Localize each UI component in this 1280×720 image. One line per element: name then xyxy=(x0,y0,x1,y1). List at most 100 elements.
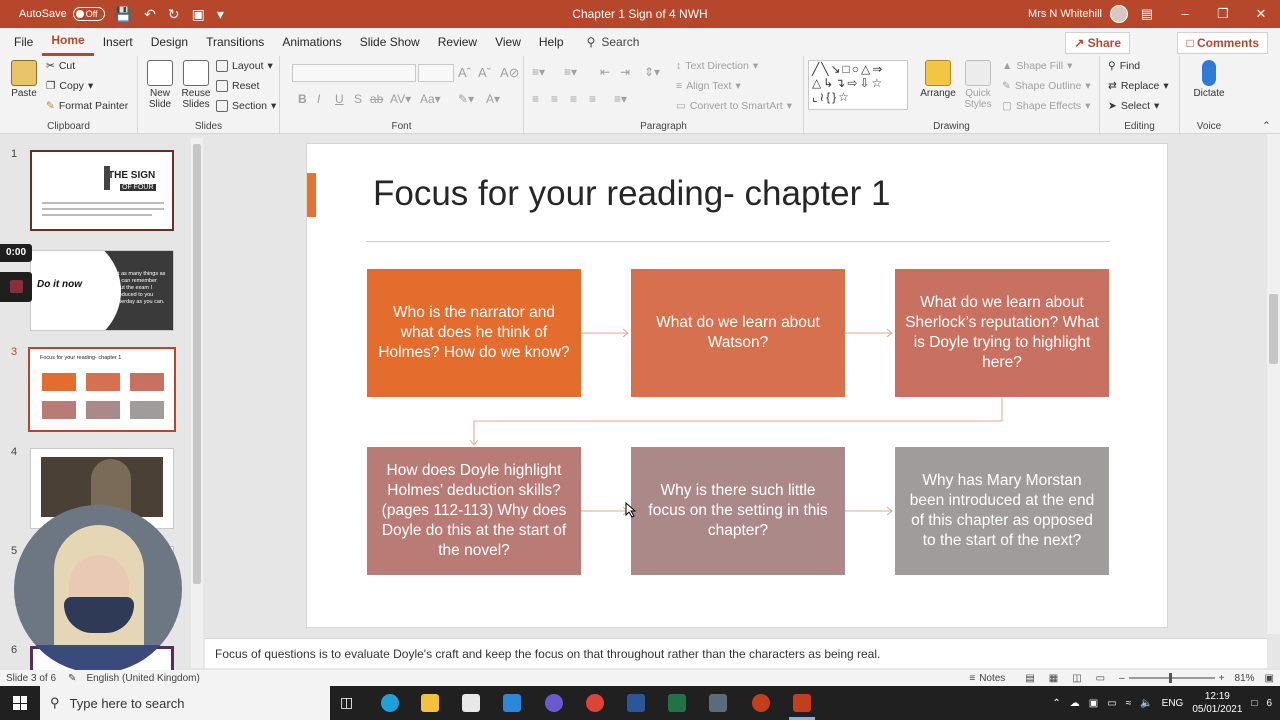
clock[interactable]: 12:19 05/01/2021 xyxy=(1192,690,1242,716)
edge-icon[interactable] xyxy=(381,694,399,712)
network-icon[interactable]: ▣ xyxy=(1089,698,1098,709)
flow-box-setting[interactable]: Why is there such little focus on the se… xyxy=(631,447,845,575)
tab-transitions[interactable]: Transitions xyxy=(197,28,273,56)
chrome-icon[interactable] xyxy=(586,694,604,712)
tab-review[interactable]: Review xyxy=(429,28,486,56)
increase-font-icon[interactable]: Aˆ xyxy=(458,65,471,80)
paste-button[interactable]: Paste xyxy=(8,60,40,99)
slide-canvas[interactable]: Focus for your reading- chapter 1 Who is… xyxy=(306,143,1168,628)
columns-icon[interactable]: ≡▾ xyxy=(614,92,627,106)
strikethrough-icon[interactable]: ab xyxy=(370,92,383,106)
flow-box-narrator[interactable]: Who is the narrator and what does he thi… xyxy=(367,269,581,397)
settings-app-icon[interactable] xyxy=(545,694,563,712)
ribbon-display-icon[interactable]: ▤ xyxy=(1128,0,1166,28)
close-icon[interactable]: ✕ xyxy=(1242,0,1280,28)
mail-icon[interactable] xyxy=(503,694,521,712)
font-color-icon[interactable]: A▾ xyxy=(486,92,500,106)
tab-insert[interactable]: Insert xyxy=(94,28,142,56)
numbering-icon[interactable]: ≡▾ xyxy=(564,65,577,79)
snip-icon[interactable] xyxy=(752,694,770,712)
dictate-button[interactable]: Dictate xyxy=(1190,60,1228,99)
battery-icon[interactable]: ▭ xyxy=(1107,698,1116,709)
reset-button[interactable]: Reset xyxy=(216,80,259,92)
zoom-out-icon[interactable]: – xyxy=(1119,673,1125,684)
flow-box-reputation[interactable]: What do we learn about Sherlock’s reputa… xyxy=(895,269,1109,397)
font-name-box[interactable] xyxy=(292,64,416,82)
slide-sorter-icon[interactable]: ▦ xyxy=(1049,673,1058,684)
spellcheck-icon[interactable]: ✎ xyxy=(68,673,76,684)
justify-icon[interactable]: ≡ xyxy=(589,92,596,106)
select-button[interactable]: ➤ Select ▾ xyxy=(1108,100,1159,112)
tab-file[interactable]: File xyxy=(5,28,42,56)
windows-start-icon[interactable] xyxy=(13,696,27,710)
change-case-icon[interactable]: Aa▾ xyxy=(420,92,441,106)
section-button[interactable]: Section ▾ xyxy=(216,100,276,112)
zoom-level[interactable]: 81% xyxy=(1235,673,1255,684)
font-size-box[interactable] xyxy=(418,64,454,82)
onedrive-icon[interactable]: ☁ xyxy=(1070,698,1080,709)
char-spacing-icon[interactable]: AV▾ xyxy=(390,92,411,106)
align-text-button[interactable]: ≡ Align Text ▾ xyxy=(676,80,741,92)
normal-view-icon[interactable]: ▤ xyxy=(1025,673,1034,684)
slide-thumbnail-1[interactable]: THE SIGN OF FOUR xyxy=(30,150,174,231)
thumbnail-scrollbar[interactable] xyxy=(191,138,203,668)
slide-thumbnail-2[interactable]: Do it now List as many things as you can… xyxy=(30,250,174,331)
share-button[interactable]: ↗ Share xyxy=(1065,32,1130,54)
bold-icon[interactable]: B xyxy=(298,92,307,106)
store-icon[interactable] xyxy=(462,694,480,712)
arrange-button[interactable]: Arrange xyxy=(918,60,958,99)
comments-button[interactable]: □ Comments xyxy=(1177,32,1268,54)
language-indicator[interactable]: English (United Kingdom) xyxy=(86,673,199,684)
chevron-up-icon[interactable]: ⌃ xyxy=(1052,698,1060,709)
zoom-in-icon[interactable]: + xyxy=(1219,673,1225,684)
shapes-gallery[interactable]: ╱╲↘□○△⇒ △↳↴⇨⇩☆ ⌞≀{}☆ xyxy=(808,60,908,110)
fit-slide-icon[interactable]: ▣ xyxy=(1265,673,1274,684)
tab-view[interactable]: View xyxy=(486,28,530,56)
tab-slide-show[interactable]: Slide Show xyxy=(351,28,429,56)
task-view-icon[interactable]: ◫ xyxy=(340,694,353,711)
replace-button[interactable]: ⇄ Replace ▾ xyxy=(1108,80,1169,92)
slide-thumbnail-3[interactable]: Focus for your reading- chapter 1 xyxy=(28,347,176,432)
language-indicator[interactable]: ENG xyxy=(1162,698,1184,709)
flow-box-mary-morstan[interactable]: Why has Mary Morstan been introduced at … xyxy=(895,447,1109,575)
quick-styles-button[interactable]: Quick Styles xyxy=(960,60,996,110)
word-icon[interactable] xyxy=(627,694,645,712)
highlight-icon[interactable]: ✎▾ xyxy=(458,92,474,106)
shape-fill-button[interactable]: ▲ Shape Fill ▾ xyxy=(1002,60,1072,72)
format-painter-button[interactable]: ✎ Format Painter xyxy=(46,100,128,112)
taskbar-search[interactable]: ⚲ Type here to search xyxy=(40,686,330,720)
underline-icon[interactable]: U xyxy=(335,92,344,106)
tab-home[interactable]: Home xyxy=(42,28,94,56)
align-left-icon[interactable]: ≡ xyxy=(532,92,539,106)
redo-icon[interactable]: ↻ xyxy=(168,6,180,23)
shape-effects-button[interactable]: ▢ Shape Effects ▾ xyxy=(1002,100,1090,112)
decrease-indent-icon[interactable]: ⇤ xyxy=(600,65,610,79)
excel-icon[interactable] xyxy=(668,694,686,712)
cut-button[interactable]: ✂ Cut xyxy=(46,60,75,72)
volume-icon[interactable]: 🔈 xyxy=(1140,698,1152,709)
camera-icon[interactable] xyxy=(709,694,727,712)
minimize-icon[interactable]: – xyxy=(1166,0,1204,28)
tab-design[interactable]: Design xyxy=(142,28,197,56)
undo-icon[interactable]: ↶ xyxy=(144,6,156,23)
wifi-icon[interactable]: ≈ xyxy=(1126,698,1132,709)
align-center-icon[interactable]: ≡ xyxy=(551,92,558,106)
align-right-icon[interactable]: ≡ xyxy=(570,92,577,106)
record-button[interactable] xyxy=(0,272,32,302)
increase-indent-icon[interactable]: ⇥ xyxy=(620,65,630,79)
clear-formatting-icon[interactable]: A⊘ xyxy=(500,65,520,81)
shape-outline-button[interactable]: ✎ Shape Outline ▾ xyxy=(1002,80,1091,92)
layout-button[interactable]: Layout ▾ xyxy=(216,60,273,72)
decrease-font-icon[interactable]: Aˇ xyxy=(478,65,491,80)
avatar[interactable] xyxy=(1110,5,1128,23)
reuse-slides-button[interactable]: Reuse Slides xyxy=(180,60,212,110)
notification-icon[interactable]: □ xyxy=(1251,698,1257,709)
notes-toggle[interactable]: Notes xyxy=(979,673,1005,684)
user-name[interactable]: Mrs N Whitehill xyxy=(1028,8,1102,20)
bullets-icon[interactable]: ≡▾ xyxy=(532,65,545,79)
slideshow-icon[interactable]: ▭ xyxy=(1096,673,1105,684)
slide-title[interactable]: Focus for your reading- chapter 1 xyxy=(373,174,890,214)
collapse-ribbon-icon[interactable]: ⌃ xyxy=(1262,120,1271,132)
editor-scrollbar[interactable] xyxy=(1267,134,1280,634)
save-icon[interactable]: 💾 xyxy=(115,6,132,23)
